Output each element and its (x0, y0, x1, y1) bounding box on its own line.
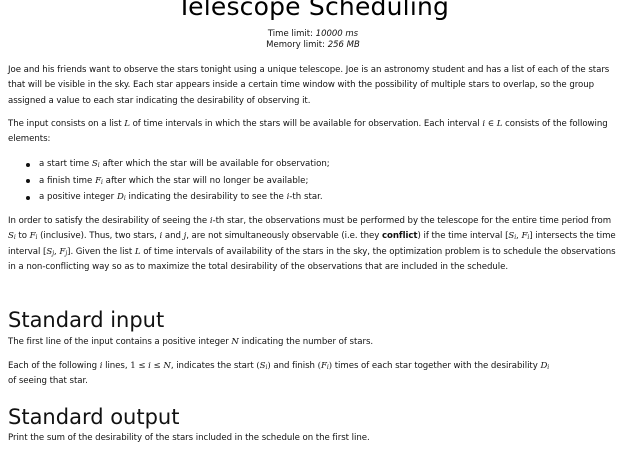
paragraph-text: -th star, the observations must be perfo… (212, 216, 612, 226)
paragraph-text: . Given the list (70, 246, 135, 257)
standard-input-heading: Standard input (8, 308, 165, 332)
math-N: N (231, 337, 239, 347)
time-limit: Time limit: 10000 ms (0, 29, 626, 40)
memory-limit-value: 256 MB (327, 40, 360, 50)
memory-limit: Memory limit: 256 MB (0, 40, 626, 51)
math-subscript: i (547, 364, 550, 371)
paragraph-text: and finish (270, 361, 318, 371)
list-item: a positive integer Di indicating the des… (26, 189, 616, 206)
time-limit-value: 10000 ms (315, 29, 359, 39)
bullet-text: after which the star will be available f… (99, 159, 330, 169)
bullet-text: after which the star will no longer be a… (102, 175, 309, 186)
bullet-text: -th star. (289, 192, 323, 202)
math-interval: [Si, Fi] (505, 231, 533, 242)
bullet-text: a positive integer (39, 192, 117, 202)
standard-input-line-2: Each of the following i lines, 1 ≤ i ≤ N… (8, 359, 620, 390)
limits-block: Time limit: 10000 ms Memory limit: 256 M… (0, 29, 626, 51)
intro-paragraph: Joe and his friends want to observe the … (8, 65, 610, 106)
standard-output-heading: Standard output (8, 405, 180, 429)
bullet-text: a start time (39, 159, 92, 169)
bullet-text: indicating the desirability to see the (125, 192, 287, 202)
conflict-term: conflict (381, 231, 418, 242)
math-symbol: D (116, 192, 124, 202)
paragraph-text: In order to satisfy the desirability of … (8, 216, 210, 226)
list-item: a start time Si after which the star wil… (26, 156, 616, 173)
math-start: (Si) (256, 361, 271, 371)
paragraph-text: (inclusive). Thus, two stars, (37, 231, 160, 242)
paragraph-text: times of each star together with the des… (332, 361, 541, 371)
math-element-of: ∈ (485, 119, 497, 129)
paragraph-text: , indicates the start (170, 361, 257, 371)
input-desc-text-2: of time intervals in which the stars wil… (129, 119, 483, 129)
paragraph-text: of seeing that star. (8, 376, 88, 387)
memory-limit-label: Memory limit: (266, 40, 326, 50)
standard-input-line-1: The first line of the input contains a p… (8, 335, 620, 350)
math-interval: [Sj, Fj] (43, 246, 71, 257)
conflict-paragraph: In order to satisfy the desirability of … (8, 214, 620, 275)
paragraph-text: lines, (102, 361, 131, 371)
paragraph-text: ) if the time interval (417, 231, 506, 242)
problem-title: Telescope Scheduling (176, 0, 450, 21)
paragraph-text: indicating the number of stars. (238, 337, 374, 347)
list-item: a finish time Fi after which the star wi… (26, 173, 616, 190)
input-description-paragraph: The input consists on a list L of time i… (8, 117, 620, 148)
standard-output-line: Print the sum of the desirability of the… (8, 433, 370, 443)
paragraph-text: Each of the following (8, 361, 100, 371)
math-finish: (Fi) (317, 361, 333, 371)
time-limit-label: Time limit: (267, 29, 313, 39)
paragraph-text: and (162, 231, 184, 242)
paragraph-text: , are not simultaneously observable (i.e… (186, 231, 382, 242)
elements-list: a start time Si after which the star wil… (26, 156, 616, 206)
math-range: 1 ≤ i ≤ N (130, 361, 171, 371)
paragraph-text: The first line of the input contains a p… (8, 337, 232, 347)
input-desc-text-1: The input consists on a list (8, 119, 125, 129)
paragraph-text: to (15, 231, 30, 242)
bullet-text: a finish time (39, 175, 96, 186)
